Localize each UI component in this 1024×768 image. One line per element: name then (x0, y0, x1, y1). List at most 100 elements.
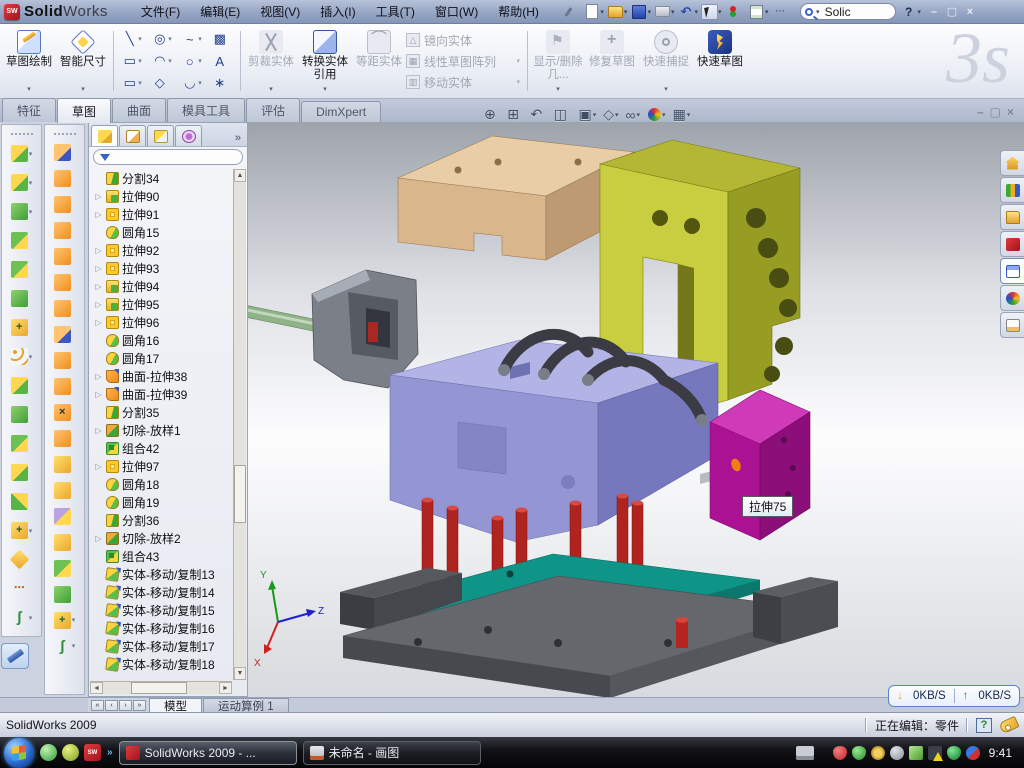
feature-tree-item[interactable]: ▷ 拉伸92 (91, 241, 232, 259)
feature-tree-item[interactable]: ▷ 曲面-拉伸39 (91, 385, 232, 403)
appearances-tab[interactable] (1000, 285, 1024, 311)
menu-item[interactable]: 视图(V) (251, 1, 309, 22)
tree-filter-input[interactable] (93, 149, 243, 165)
move-entities-button[interactable]: ▥ 移动实体 ▾ (406, 73, 524, 91)
scroll-down-icon[interactable]: ▼ (234, 667, 246, 680)
menu-item[interactable]: 窗口(W) (426, 1, 487, 22)
propertymanager-tab[interactable] (119, 125, 146, 146)
slot-icon[interactable]: ▭ ▾ (117, 72, 147, 94)
measure-button[interactable] (1, 643, 29, 669)
doc-minimize-button[interactable]: – (977, 106, 984, 118)
linear-sketch-pattern-button[interactable]: ▦ 线性草图阵列 ▾ (406, 52, 524, 70)
toolbar-button[interactable]: ▾ (583, 4, 606, 20)
tags-icon[interactable] (998, 716, 1019, 734)
toolbar-button[interactable]: ▾ (701, 4, 724, 20)
quick-snaps-button[interactable]: 快速捕捉 ▾ (639, 27, 693, 95)
scene-icon[interactable]: ▦ ▾ (673, 106, 691, 123)
expander-icon[interactable]: ▷ (94, 426, 103, 435)
tab-nav-button[interactable]: « (91, 700, 104, 711)
base-plate[interactable] (340, 568, 838, 697)
expander-icon[interactable]: ▷ (94, 534, 103, 543)
expander-icon[interactable]: ▷ (94, 318, 103, 327)
hide-show-items-icon[interactable]: ∞ ▾ (626, 107, 641, 123)
expander-icon[interactable]: ▷ (94, 390, 103, 399)
messenger-icon[interactable] (40, 744, 57, 761)
feature-tree-item[interactable]: ▷ 拉伸91 (91, 205, 232, 223)
feature-tree-item[interactable]: ▷ 圆角19 (91, 493, 232, 511)
graphics-viewport[interactable]: Y Z X ⊕ ▾ ⊞ (248, 122, 1024, 697)
keyboard-layout-icon[interactable] (796, 746, 814, 760)
doc-restore-button[interactable]: ▢ (990, 106, 1001, 118)
section-view-icon[interactable]: ◫ ▾ (554, 106, 572, 123)
expander-icon[interactable]: ▷ (94, 264, 103, 273)
expander-icon[interactable]: ▷ (94, 192, 103, 201)
repair-sketch-button[interactable]: 修复草图 ▾ (585, 27, 639, 95)
feature-tree-item[interactable]: ▷ 圆角17 (91, 349, 232, 367)
scroll-thumb[interactable] (234, 465, 246, 523)
feature-tree-item[interactable]: ▷ 拉伸94 (91, 277, 232, 295)
feature-tree-item[interactable]: ▷ 分割34 (91, 169, 232, 187)
taskbar-window-button[interactable]: 未命名 - 画图 (303, 741, 481, 765)
scroll-left-icon[interactable]: ◄ (90, 682, 103, 694)
commandmanager-tab[interactable]: 特征 (2, 98, 56, 122)
mirror-entities-button[interactable]: △ 镜向实体 ▾ (406, 31, 524, 49)
display-delete-relations-button[interactable]: 显示/删除几... ▾ (531, 27, 585, 95)
restore-button[interactable]: ▢ (943, 4, 961, 19)
side-insert-body[interactable] (710, 390, 810, 540)
expander-icon[interactable]: ▷ (94, 372, 103, 381)
convert-entities-button[interactable]: 转换实体引用 ▾ (298, 27, 352, 95)
menu-item[interactable]: 编辑(E) (191, 1, 249, 22)
toolbar-button[interactable]: ▾ (607, 4, 630, 20)
zoom-area-icon[interactable]: ⊞ ▾ (507, 106, 523, 123)
defender-icon[interactable] (947, 746, 961, 760)
taskbar-window-button[interactable]: SolidWorks 2009 - ... (119, 741, 297, 765)
mold-assembly-model[interactable]: Y Z X (248, 122, 1024, 697)
toolbar-button[interactable]: ▾ (654, 4, 677, 20)
forum-tab[interactable] (1000, 231, 1024, 257)
display-style-icon[interactable]: ◇ ▾ (603, 106, 618, 123)
commandmanager-tab[interactable]: DimXpert (301, 101, 381, 122)
quick-tips-button[interactable]: ? (976, 718, 992, 733)
network-icon[interactable] (909, 746, 923, 760)
tab-nav-button[interactable]: ‹ (105, 700, 118, 711)
volume-icon[interactable] (890, 746, 904, 760)
feature-tree-item[interactable]: ▷ 分割36 (91, 511, 232, 529)
selection-box-icon[interactable]: ▩ ▾ (207, 28, 237, 50)
file-explorer-tab[interactable] (1000, 204, 1024, 230)
security-center-icon[interactable] (833, 746, 847, 760)
feature-tree-item[interactable]: ▷ 拉伸97 (91, 457, 232, 475)
scroll-right-icon[interactable]: ► (219, 682, 232, 694)
sketch-fillet-icon[interactable]: ◡ ▾ (177, 72, 207, 94)
smart-dimension-button[interactable]: 智能尺寸 ▾ (56, 27, 110, 95)
feature-tree-item[interactable]: ▷ 分割35 (91, 403, 232, 421)
spline-icon[interactable]: ~ ▾ (177, 28, 207, 50)
certificate-icon[interactable] (871, 746, 885, 760)
rectangle-icon[interactable]: ▭ ▾ (117, 50, 147, 72)
previous-view-icon[interactable]: ↶ ▾ (531, 106, 547, 123)
sketch-text-icon[interactable]: A ▾ (207, 50, 237, 72)
dimxpertmanager-tab[interactable] (175, 125, 202, 146)
toolbar-button[interactable]: ▾ (748, 4, 771, 20)
slide-insert-body[interactable] (248, 270, 418, 388)
feature-tree-item[interactable]: ▷ 拉伸95 (91, 295, 232, 313)
expander-icon[interactable]: ▷ (94, 462, 103, 471)
feature-tree-item[interactable]: ▷ 切除-放样1 (91, 421, 232, 439)
feature-tree-item[interactable]: ▷ 拉伸90 (91, 187, 232, 205)
search-box[interactable]: ▾ Solic (800, 3, 896, 20)
search-input[interactable]: Solic (825, 5, 851, 19)
minimize-button[interactable]: – (925, 4, 943, 19)
feature-tree-item[interactable]: ▷ 实体-移动/复制14 (91, 583, 232, 601)
feature-tree-item[interactable]: ▷ 拉伸93 (91, 259, 232, 277)
antivirus-icon[interactable] (852, 746, 866, 760)
menu-item[interactable]: 帮助(H) (489, 1, 548, 22)
view-palette-tab[interactable] (1000, 258, 1024, 284)
document-tab[interactable]: 运动算例 1 (203, 698, 289, 712)
tree-horizontal-scrollbar[interactable]: ◄ ► (90, 681, 232, 694)
view-orientation-icon[interactable]: ▣ ▾ (579, 106, 597, 123)
solidworks-quicklaunch-icon[interactable]: SW (84, 744, 101, 761)
feature-tree-item[interactable]: ▷ 实体-移动/复制18 (91, 655, 232, 673)
game-icon[interactable] (62, 744, 79, 761)
scroll-up-icon[interactable]: ▲ (234, 169, 246, 182)
help-button[interactable]: ? (902, 5, 915, 19)
feature-tree-item[interactable]: ▷ 实体-移动/复制17 (91, 637, 232, 655)
